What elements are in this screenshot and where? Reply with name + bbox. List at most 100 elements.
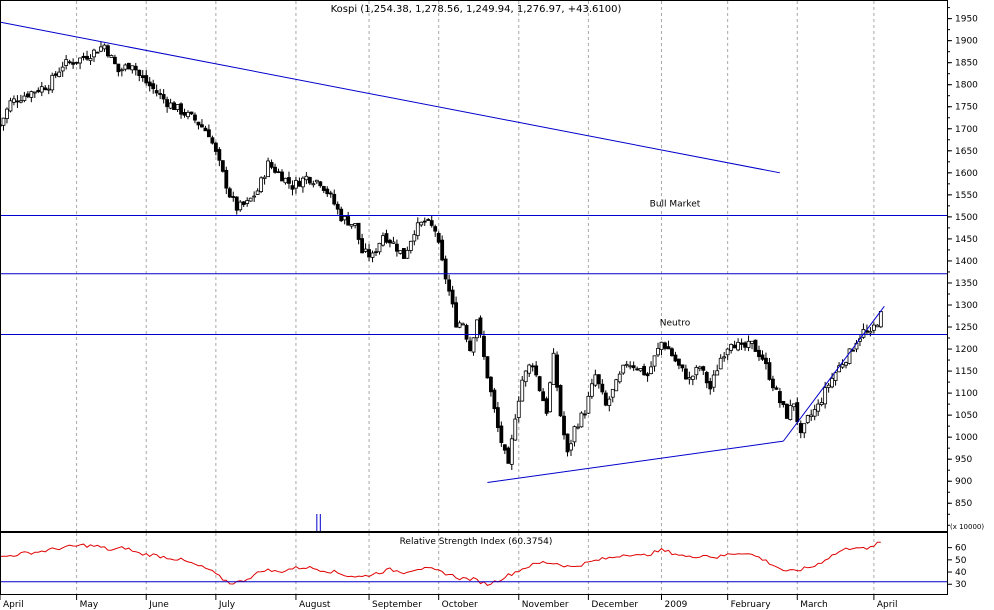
candle-body — [1, 117, 6, 126]
candle-body — [388, 239, 392, 244]
volume-layer — [316, 514, 321, 531]
candle-body — [92, 49, 96, 58]
candle-body — [297, 180, 302, 187]
candle-body — [816, 403, 821, 412]
month-label: April — [3, 600, 24, 610]
candle-body — [99, 46, 103, 52]
candle-body — [596, 374, 601, 385]
candle-body — [509, 438, 514, 465]
candle-body — [708, 381, 713, 390]
candle-body — [245, 200, 250, 204]
candle-body — [401, 248, 406, 259]
candle-body — [109, 55, 114, 58]
candle-body — [332, 193, 337, 205]
candle-body — [482, 335, 486, 357]
candle-body — [304, 175, 309, 181]
candle-body — [60, 66, 65, 72]
candle-body — [57, 71, 62, 77]
candle-body — [119, 69, 124, 72]
candle-body — [259, 177, 264, 193]
candle-body — [186, 111, 190, 118]
candle-body — [764, 357, 768, 365]
candle-body — [781, 400, 786, 405]
candle-body — [833, 372, 838, 381]
candle-body — [102, 44, 107, 50]
candle-body — [412, 234, 417, 242]
rsi-tick-label: 60 — [955, 544, 967, 554]
month-label: May — [80, 600, 99, 610]
price-tick-label: 1250 — [955, 323, 978, 333]
candle-body — [771, 378, 775, 389]
chart-title: Kospi (1,254.38, 1,278.56, 1,249.94, 1,2… — [331, 4, 622, 15]
month-label: September — [372, 600, 422, 610]
candle-body — [468, 340, 472, 351]
candle-body — [252, 195, 257, 198]
candle-body — [722, 356, 727, 359]
candle-body — [523, 370, 528, 383]
candle-body — [586, 395, 591, 414]
candle-body — [478, 317, 483, 336]
level-label: Bull Market — [650, 200, 701, 210]
rsi-line — [0, 541, 881, 586]
candle-body — [652, 355, 657, 367]
candle-body — [638, 368, 643, 372]
candle-body — [760, 354, 765, 360]
kospi-chart: Bull Market Neutro April May June July August… — [0, 0, 984, 610]
candle-body — [140, 75, 145, 79]
candle-body — [283, 177, 288, 184]
candle-body — [287, 177, 291, 184]
month-label: July — [218, 600, 236, 610]
candle-body — [193, 114, 197, 121]
candle-body — [649, 366, 653, 375]
trendline — [487, 440, 784, 484]
candle-body — [426, 219, 431, 221]
candle-body — [294, 180, 298, 189]
price-tick-label: 1000 — [955, 433, 978, 443]
candle-body — [624, 363, 629, 366]
candle-body — [147, 81, 152, 87]
candle-body — [534, 365, 539, 376]
candle-body — [878, 311, 883, 328]
candle-body — [224, 169, 229, 189]
candle-body — [360, 238, 364, 254]
candle-body — [791, 403, 796, 408]
month-label: October — [442, 600, 478, 610]
candle-body — [593, 374, 598, 386]
price-tick-label: 950 — [955, 455, 972, 465]
candle-body — [603, 392, 608, 406]
candle-body — [628, 365, 633, 368]
price-tick-label: 1900 — [955, 37, 978, 47]
candle-body — [220, 160, 225, 172]
candle-body — [621, 364, 626, 374]
candle-body — [314, 179, 319, 183]
candle-body — [485, 356, 490, 379]
candle-body — [78, 57, 82, 64]
candle-body — [767, 362, 772, 380]
price-tick-label: 1850 — [955, 59, 978, 69]
candle-body — [130, 65, 135, 71]
candle-body — [165, 99, 170, 108]
candle-body — [492, 389, 497, 410]
candle-body — [85, 55, 89, 60]
price-tick-label: 1100 — [955, 389, 978, 399]
candle-body — [353, 223, 358, 226]
candle-body — [610, 388, 615, 398]
candle-body — [25, 93, 30, 98]
candle-body — [516, 400, 521, 418]
candle-body — [541, 391, 546, 402]
candle-body — [273, 166, 277, 173]
candle-body — [318, 181, 323, 187]
candle-body — [370, 252, 375, 258]
candle-body — [750, 340, 754, 344]
candle-body — [823, 387, 828, 405]
candle-body — [583, 413, 587, 416]
candle-body — [565, 433, 570, 453]
month-label: March — [800, 600, 827, 610]
candle-body — [367, 249, 371, 258]
candle-body — [711, 374, 716, 388]
candle-body — [339, 208, 344, 222]
candle-body — [440, 239, 445, 261]
candle-body — [363, 248, 368, 252]
candle-body — [377, 242, 382, 253]
candle-body — [457, 322, 462, 328]
